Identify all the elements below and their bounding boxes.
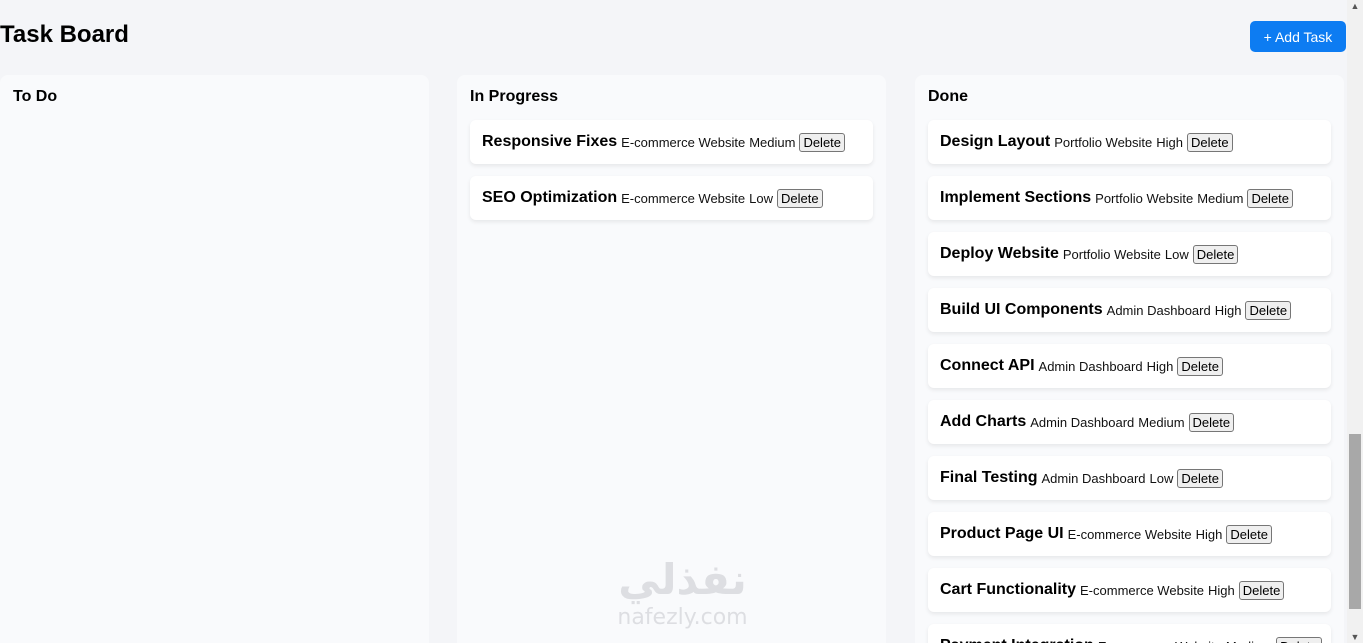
task-priority: High — [1208, 582, 1235, 598]
delete-task-button[interactable]: Delete — [1187, 132, 1233, 152]
task-priority: High — [1214, 302, 1242, 318]
delete-task-button[interactable]: Delete — [1188, 412, 1235, 432]
task-title: Build UI Components — [940, 301, 1103, 318]
task-title: Final Testing — [940, 469, 1038, 486]
task-title: Responsive Fixes — [482, 133, 618, 150]
task-project: E-commerce Website — [1067, 526, 1192, 542]
task-priority: High — [1156, 134, 1184, 150]
column-title-done: Done — [928, 88, 968, 105]
task-title: Product Page UI — [940, 525, 1064, 542]
task-board-app: Task Board + Add Task To Do In Progress … — [0, 0, 1347, 643]
task-card[interactable]: Connect API Admin Dashboard High Delete — [928, 344, 1331, 388]
task-project: E-commerce Website — [621, 134, 746, 150]
delete-task-button[interactable]: Delete — [1247, 188, 1294, 208]
arrow-down-icon[interactable]: ▼ — [1347, 631, 1363, 643]
column-todo: To Do — [0, 75, 429, 643]
task-title: Payment Integration — [940, 637, 1094, 643]
delete-task-button[interactable]: Delete — [1192, 244, 1239, 264]
column-title-todo: To Do — [13, 88, 58, 105]
task-priority: Medium — [1226, 639, 1272, 643]
delete-task-button[interactable]: Delete — [1245, 300, 1292, 320]
add-task-button[interactable]: + Add Task — [1250, 21, 1346, 52]
task-priority: Medium — [1197, 190, 1244, 206]
task-title: Connect API — [940, 357, 1035, 374]
task-project: E-commerce Website — [621, 190, 746, 206]
task-card[interactable]: Product Page UI E-commerce Website High Del… — [928, 512, 1331, 556]
task-priority: Low — [1164, 246, 1189, 262]
page-title: Task Board — [0, 21, 129, 48]
task-priority: High — [1195, 526, 1223, 542]
task-priority: High — [1146, 358, 1174, 374]
delete-task-button[interactable]: Delete — [799, 132, 846, 152]
task-priority: Low — [749, 190, 773, 206]
task-title: Deploy Website — [940, 245, 1059, 262]
column-in-progress: In Progress Responsive Fixes E-commerce W… — [457, 75, 886, 643]
task-card[interactable]: Add Charts Admin Dashboard Medium Delete — [928, 400, 1331, 444]
task-card[interactable]: Implement Sections Portfolio Website Mediu… — [928, 176, 1331, 220]
task-project: E-commerce Website — [1080, 582, 1205, 598]
task-title: Add Charts — [940, 413, 1027, 430]
task-title: Cart Functionality — [940, 581, 1077, 598]
task-priority: Medium — [1138, 414, 1185, 430]
task-card[interactable]: Payment Integration E-commerce Website Med… — [928, 624, 1331, 643]
delete-task-button[interactable]: Delete — [777, 188, 823, 208]
column-done: Done Design Layout Portfolio Website High D… — [915, 75, 1344, 643]
task-project: Portfolio Website — [1095, 190, 1194, 206]
delete-task-button[interactable]: Delete — [1276, 636, 1322, 643]
task-card[interactable]: Responsive Fixes E-commerce Website Medium… — [470, 120, 873, 164]
task-title: Design Layout — [940, 133, 1051, 150]
task-project: Admin Dashboard — [1106, 302, 1211, 318]
task-card[interactable]: SEO Optimization E-commerce Website Low Del… — [470, 176, 873, 220]
delete-task-button[interactable]: Delete — [1226, 524, 1272, 544]
task-card[interactable]: Design Layout Portfolio Website High Delete — [928, 120, 1331, 164]
task-priority: Medium — [749, 134, 796, 150]
arrow-up-icon[interactable]: ▲ — [1347, 0, 1363, 12]
task-card[interactable]: Final Testing Admin Dashboard Low Delete — [928, 456, 1331, 500]
header: Task Board + Add Task — [0, 0, 1347, 72]
task-project: E-commerce Website — [1098, 639, 1222, 643]
task-title: SEO Optimization — [482, 189, 618, 206]
task-project: Admin Dashboard — [1038, 358, 1143, 374]
task-project: Admin Dashboard — [1041, 470, 1146, 486]
task-priority: Low — [1149, 470, 1174, 486]
scrollbar-thumb[interactable] — [1349, 434, 1361, 609]
task-card[interactable]: Deploy Website Portfolio Website Low Delete — [928, 232, 1331, 276]
vertical-scrollbar[interactable]: ▲ ▼ — [1347, 0, 1363, 643]
delete-task-button[interactable]: Delete — [1177, 468, 1223, 488]
delete-task-button[interactable]: Delete — [1238, 580, 1285, 600]
task-project: Admin Dashboard — [1030, 414, 1135, 430]
task-card[interactable]: Build UI Components Admin Dashboard High De… — [928, 288, 1331, 332]
column-title-in-progress: In Progress — [470, 88, 559, 105]
task-card[interactable]: Cart Functionality E-commerce Website High… — [928, 568, 1331, 612]
task-list-done: Design Layout Portfolio Website High Delete… — [928, 120, 1331, 643]
delete-task-button[interactable]: Delete — [1177, 356, 1223, 376]
task-project: Portfolio Website — [1062, 246, 1161, 262]
task-title: Implement Sections — [940, 189, 1092, 206]
task-project: Portfolio Website — [1054, 134, 1153, 150]
task-list-in-progress: Responsive Fixes E-commerce Website Medium… — [470, 120, 873, 220]
